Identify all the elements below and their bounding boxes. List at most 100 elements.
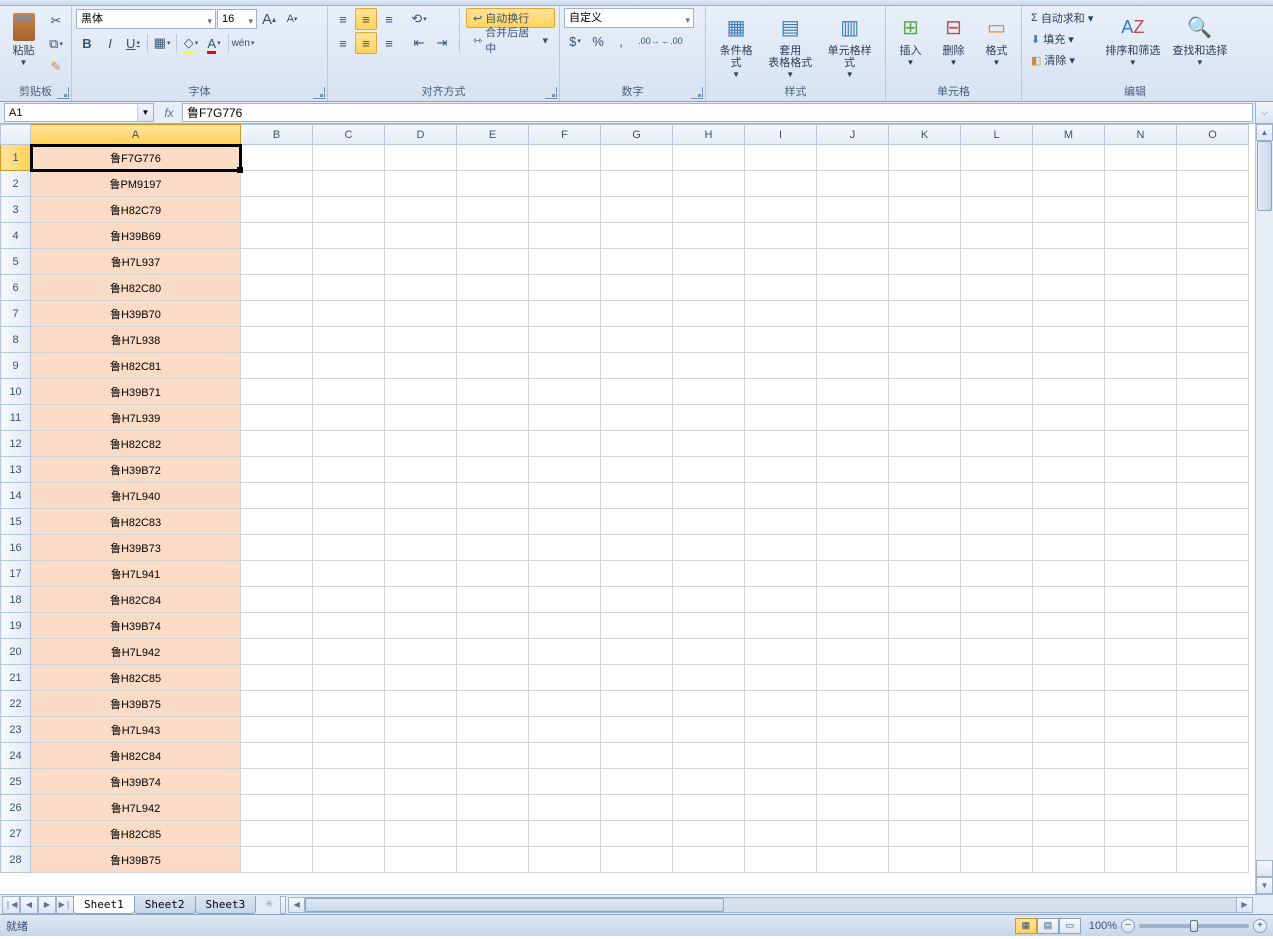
align-center-button[interactable]: ≡ (355, 32, 377, 54)
cell-H5[interactable] (673, 249, 745, 275)
copy-button[interactable]: ⧉▾ (45, 33, 67, 55)
cell-E7[interactable] (457, 301, 529, 327)
autosum-button[interactable]: Σ自动求和▾ (1026, 8, 1098, 28)
cell-F7[interactable] (529, 301, 601, 327)
number-format-combo[interactable]: 自定义 (564, 8, 694, 28)
cell-B27[interactable] (241, 821, 313, 847)
cell-K24[interactable] (889, 743, 961, 769)
vertical-scrollbar[interactable]: ▲ ▼ (1255, 124, 1273, 894)
cell-J11[interactable] (817, 405, 889, 431)
cell-A14[interactable]: 鲁H7L940 (31, 483, 241, 509)
namebox-dropdown[interactable]: ▼ (137, 104, 153, 121)
cell-G13[interactable] (601, 457, 673, 483)
cell-M10[interactable] (1033, 379, 1105, 405)
cell-J14[interactable] (817, 483, 889, 509)
row-header-28[interactable]: 28 (1, 847, 31, 873)
cell-N12[interactable] (1105, 431, 1177, 457)
cell-O6[interactable] (1177, 275, 1249, 301)
cell-H28[interactable] (673, 847, 745, 873)
cell-K15[interactable] (889, 509, 961, 535)
cell-E5[interactable] (457, 249, 529, 275)
cell-O19[interactable] (1177, 613, 1249, 639)
cell-F20[interactable] (529, 639, 601, 665)
dialog-launcher-icon[interactable] (57, 87, 69, 99)
cell-D4[interactable] (385, 223, 457, 249)
cell-A23[interactable]: 鲁H7L943 (31, 717, 241, 743)
cell-K6[interactable] (889, 275, 961, 301)
cell-J3[interactable] (817, 197, 889, 223)
cell-N1[interactable] (1105, 145, 1177, 171)
cell-K27[interactable] (889, 821, 961, 847)
cell-G15[interactable] (601, 509, 673, 535)
underline-button[interactable]: U▾ (122, 32, 144, 54)
cell-C1[interactable] (313, 145, 385, 171)
cell-C21[interactable] (313, 665, 385, 691)
row-header-10[interactable]: 10 (1, 379, 31, 405)
column-header-D[interactable]: D (385, 125, 457, 145)
cell-D13[interactable] (385, 457, 457, 483)
cell-F4[interactable] (529, 223, 601, 249)
cell-H22[interactable] (673, 691, 745, 717)
split-handle[interactable] (1256, 860, 1273, 877)
cell-M20[interactable] (1033, 639, 1105, 665)
cell-B7[interactable] (241, 301, 313, 327)
cell-H4[interactable] (673, 223, 745, 249)
cell-F5[interactable] (529, 249, 601, 275)
cell-N23[interactable] (1105, 717, 1177, 743)
cell-I22[interactable] (745, 691, 817, 717)
cell-F1[interactable] (529, 145, 601, 171)
cell-E6[interactable] (457, 275, 529, 301)
find-select-button[interactable]: 🔍 查找和选择▼ (1167, 8, 1232, 82)
cell-I8[interactable] (745, 327, 817, 353)
cell-H20[interactable] (673, 639, 745, 665)
cell-H25[interactable] (673, 769, 745, 795)
cell-K18[interactable] (889, 587, 961, 613)
cell-D8[interactable] (385, 327, 457, 353)
row-header-7[interactable]: 7 (1, 301, 31, 327)
cell-N22[interactable] (1105, 691, 1177, 717)
cell-H12[interactable] (673, 431, 745, 457)
cell-I24[interactable] (745, 743, 817, 769)
row-header-2[interactable]: 2 (1, 171, 31, 197)
row-header-26[interactable]: 26 (1, 795, 31, 821)
cell-L18[interactable] (961, 587, 1033, 613)
cell-L17[interactable] (961, 561, 1033, 587)
column-header-O[interactable]: O (1177, 125, 1249, 145)
cell-D21[interactable] (385, 665, 457, 691)
cell-J13[interactable] (817, 457, 889, 483)
cell-G6[interactable] (601, 275, 673, 301)
cell-E26[interactable] (457, 795, 529, 821)
fill-handle[interactable] (237, 167, 243, 173)
fx-button[interactable]: fx (158, 103, 180, 123)
cell-M9[interactable] (1033, 353, 1105, 379)
page-layout-view-button[interactable]: ▤ (1037, 918, 1059, 934)
cell-G26[interactable] (601, 795, 673, 821)
cell-J10[interactable] (817, 379, 889, 405)
hscroll-track[interactable] (305, 897, 1236, 913)
cell-A6[interactable]: 鲁H82C80 (31, 275, 241, 301)
cell-B13[interactable] (241, 457, 313, 483)
cell-O17[interactable] (1177, 561, 1249, 587)
cell-A28[interactable]: 鲁H39B75 (31, 847, 241, 873)
cell-A4[interactable]: 鲁H39B69 (31, 223, 241, 249)
cell-K25[interactable] (889, 769, 961, 795)
cell-J24[interactable] (817, 743, 889, 769)
worksheet-grid[interactable]: ABCDEFGHIJKLMNO 1鲁F7G7762鲁PM91973鲁H82C79… (0, 124, 1255, 894)
cell-N17[interactable] (1105, 561, 1177, 587)
row-header-18[interactable]: 18 (1, 587, 31, 613)
cell-L9[interactable] (961, 353, 1033, 379)
cell-B17[interactable] (241, 561, 313, 587)
row-header-14[interactable]: 14 (1, 483, 31, 509)
cell-D3[interactable] (385, 197, 457, 223)
cell-M1[interactable] (1033, 145, 1105, 171)
cell-G10[interactable] (601, 379, 673, 405)
cell-N20[interactable] (1105, 639, 1177, 665)
align-middle-button[interactable]: ≡ (355, 8, 377, 30)
row-header-12[interactable]: 12 (1, 431, 31, 457)
select-all-corner[interactable] (1, 125, 31, 145)
cell-C25[interactable] (313, 769, 385, 795)
cell-A16[interactable]: 鲁H39B73 (31, 535, 241, 561)
merge-center-button[interactable]: ⇿ 合并后居中 ▾ (466, 30, 555, 50)
cell-H11[interactable] (673, 405, 745, 431)
cell-K20[interactable] (889, 639, 961, 665)
